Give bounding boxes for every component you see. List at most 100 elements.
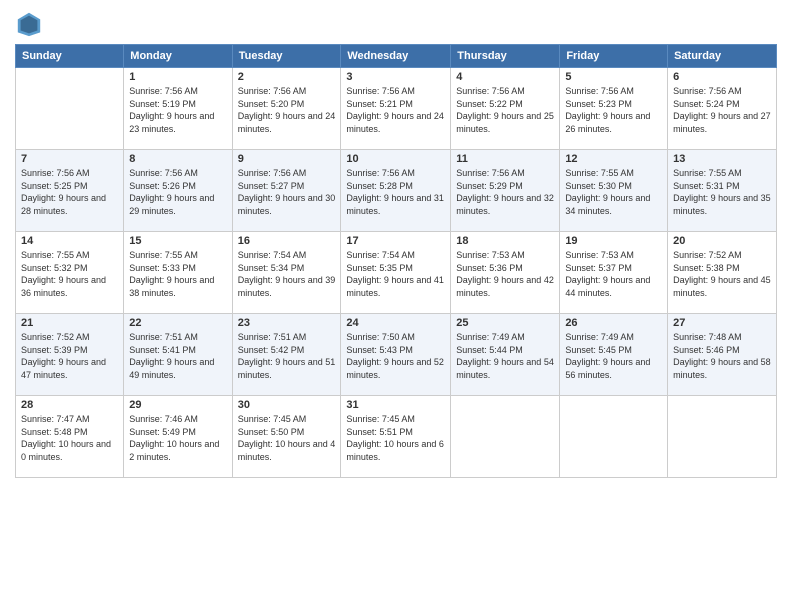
day-cell: 16Sunrise: 7:54 AMSunset: 5:34 PMDayligh… xyxy=(232,232,341,314)
day-info: Sunrise: 7:45 AMSunset: 5:50 PMDaylight:… xyxy=(238,413,336,463)
day-number: 31 xyxy=(346,399,445,411)
day-info: Sunrise: 7:52 AMSunset: 5:38 PMDaylight:… xyxy=(673,249,771,299)
day-info: Sunrise: 7:56 AMSunset: 5:20 PMDaylight:… xyxy=(238,85,336,135)
day-number: 13 xyxy=(673,153,771,165)
header-cell-thursday: Thursday xyxy=(451,45,560,68)
header-cell-friday: Friday xyxy=(560,45,668,68)
day-info: Sunrise: 7:55 AMSunset: 5:31 PMDaylight:… xyxy=(673,167,771,217)
day-number: 15 xyxy=(129,235,226,247)
day-cell: 18 Sunrise: 7:53 AMSunset: 5:36 PMDayligh… xyxy=(451,232,560,314)
day-cell xyxy=(16,68,124,150)
day-info: Sunrise: 7:56 AMSunset: 5:23 PMDaylight:… xyxy=(565,85,662,135)
day-info: Sunrise: 7:53 AMSunset: 5:37 PMDaylight:… xyxy=(565,249,662,299)
day-info: Sunrise: 7:55 AMSunset: 5:32 PMDaylight:… xyxy=(21,249,118,299)
day-info: Sunrise: 7:49 AMSunset: 5:45 PMDaylight:… xyxy=(565,331,662,381)
day-cell: 25Sunrise: 7:49 AMSunset: 5:44 PMDayligh… xyxy=(451,314,560,396)
day-cell: 14 Sunrise: 7:55 AMSunset: 5:32 PMDayligh… xyxy=(16,232,124,314)
day-number: 8 xyxy=(129,153,226,165)
day-number: 3 xyxy=(346,71,445,83)
day-number: 1 xyxy=(129,71,226,83)
day-cell: 5 Sunrise: 7:56 AMSunset: 5:23 PMDaylight… xyxy=(560,68,668,150)
day-info: Sunrise: 7:51 AMSunset: 5:41 PMDaylight:… xyxy=(129,331,226,381)
week-row-2: 7 Sunrise: 7:56 AMSunset: 5:25 PMDaylight… xyxy=(16,150,777,232)
day-info: Sunrise: 7:56 AMSunset: 5:29 PMDaylight:… xyxy=(456,167,554,217)
day-cell: 11 Sunrise: 7:56 AMSunset: 5:29 PMDayligh… xyxy=(451,150,560,232)
header-cell-wednesday: Wednesday xyxy=(341,45,451,68)
day-number: 25 xyxy=(456,317,554,329)
day-cell: 13 Sunrise: 7:55 AMSunset: 5:31 PMDayligh… xyxy=(668,150,777,232)
logo xyxy=(15,10,47,38)
day-cell: 23 Sunrise: 7:51 AMSunset: 5:42 PMDayligh… xyxy=(232,314,341,396)
day-info: Sunrise: 7:56 AMSunset: 5:26 PMDaylight:… xyxy=(129,167,226,217)
day-cell xyxy=(560,396,668,478)
day-info: Sunrise: 7:56 AMSunset: 5:22 PMDaylight:… xyxy=(456,85,554,135)
day-number: 26 xyxy=(565,317,662,329)
day-info: Sunrise: 7:47 AMSunset: 5:48 PMDaylight:… xyxy=(21,413,118,463)
day-number: 6 xyxy=(673,71,771,83)
header-cell-monday: Monday xyxy=(124,45,232,68)
day-number: 10 xyxy=(346,153,445,165)
day-cell: 28 Sunrise: 7:47 AMSunset: 5:48 PMDayligh… xyxy=(16,396,124,478)
day-info: Sunrise: 7:52 AMSunset: 5:39 PMDaylight:… xyxy=(21,331,118,381)
day-cell: 20 Sunrise: 7:52 AMSunset: 5:38 PMDayligh… xyxy=(668,232,777,314)
header-cell-sunday: Sunday xyxy=(16,45,124,68)
day-number: 20 xyxy=(673,235,771,247)
day-cell: 17 Sunrise: 7:54 AMSunset: 5:35 PMDayligh… xyxy=(341,232,451,314)
day-number: 9 xyxy=(238,153,336,165)
day-cell: 15Sunrise: 7:55 AMSunset: 5:33 PMDayligh… xyxy=(124,232,232,314)
day-info: Sunrise: 7:46 AMSunset: 5:49 PMDaylight:… xyxy=(129,413,226,463)
day-cell: 30 Sunrise: 7:45 AMSunset: 5:50 PMDayligh… xyxy=(232,396,341,478)
day-number: 30 xyxy=(238,399,336,411)
day-number: 14 xyxy=(21,235,118,247)
day-number: 12 xyxy=(565,153,662,165)
day-cell: 4 Sunrise: 7:56 AMSunset: 5:22 PMDaylight… xyxy=(451,68,560,150)
day-number: 28 xyxy=(21,399,118,411)
logo-icon xyxy=(15,10,43,38)
day-info: Sunrise: 7:53 AMSunset: 5:36 PMDaylight:… xyxy=(456,249,554,299)
day-info: Sunrise: 7:56 AMSunset: 5:27 PMDaylight:… xyxy=(238,167,336,217)
day-cell: 3Sunrise: 7:56 AMSunset: 5:21 PMDaylight… xyxy=(341,68,451,150)
day-number: 17 xyxy=(346,235,445,247)
day-cell: 29 Sunrise: 7:46 AMSunset: 5:49 PMDayligh… xyxy=(124,396,232,478)
day-cell: 8 Sunrise: 7:56 AMSunset: 5:26 PMDaylight… xyxy=(124,150,232,232)
day-cell: 6 Sunrise: 7:56 AMSunset: 5:24 PMDaylight… xyxy=(668,68,777,150)
day-info: Sunrise: 7:54 AMSunset: 5:35 PMDaylight:… xyxy=(346,249,445,299)
day-cell: 9 Sunrise: 7:56 AMSunset: 5:27 PMDaylight… xyxy=(232,150,341,232)
day-number: 4 xyxy=(456,71,554,83)
day-number: 16 xyxy=(238,235,336,247)
day-number: 18 xyxy=(456,235,554,247)
day-info: Sunrise: 7:51 AMSunset: 5:42 PMDaylight:… xyxy=(238,331,336,381)
day-number: 23 xyxy=(238,317,336,329)
day-number: 24 xyxy=(346,317,445,329)
day-cell: 27 Sunrise: 7:48 AMSunset: 5:46 PMDayligh… xyxy=(668,314,777,396)
day-info: Sunrise: 7:48 AMSunset: 5:46 PMDaylight:… xyxy=(673,331,771,381)
page-header xyxy=(15,10,777,38)
day-info: Sunrise: 7:56 AMSunset: 5:24 PMDaylight:… xyxy=(673,85,771,135)
header-row: SundayMondayTuesdayWednesdayThursdayFrid… xyxy=(16,45,777,68)
day-info: Sunrise: 7:56 AMSunset: 5:25 PMDaylight:… xyxy=(21,167,118,217)
day-info: Sunrise: 7:45 AMSunset: 5:51 PMDaylight:… xyxy=(346,413,445,463)
header-cell-tuesday: Tuesday xyxy=(232,45,341,68)
day-cell: 1Sunrise: 7:56 AMSunset: 5:19 PMDaylight… xyxy=(124,68,232,150)
day-number: 29 xyxy=(129,399,226,411)
calendar-page: SundayMondayTuesdayWednesdayThursdayFrid… xyxy=(0,0,792,612)
day-number: 19 xyxy=(565,235,662,247)
day-cell xyxy=(451,396,560,478)
day-cell: 2 Sunrise: 7:56 AMSunset: 5:20 PMDaylight… xyxy=(232,68,341,150)
day-number: 27 xyxy=(673,317,771,329)
day-number: 5 xyxy=(565,71,662,83)
day-cell: 10 Sunrise: 7:56 AMSunset: 5:28 PMDayligh… xyxy=(341,150,451,232)
week-row-4: 21 Sunrise: 7:52 AMSunset: 5:39 PMDayligh… xyxy=(16,314,777,396)
day-number: 21 xyxy=(21,317,118,329)
day-cell: 31 Sunrise: 7:45 AMSunset: 5:51 PMDayligh… xyxy=(341,396,451,478)
week-row-1: 1Sunrise: 7:56 AMSunset: 5:19 PMDaylight… xyxy=(16,68,777,150)
day-info: Sunrise: 7:56 AMSunset: 5:28 PMDaylight:… xyxy=(346,167,445,217)
day-number: 11 xyxy=(456,153,554,165)
day-cell: 19 Sunrise: 7:53 AMSunset: 5:37 PMDayligh… xyxy=(560,232,668,314)
day-cell: 12Sunrise: 7:55 AMSunset: 5:30 PMDayligh… xyxy=(560,150,668,232)
day-number: 22 xyxy=(129,317,226,329)
day-number: 2 xyxy=(238,71,336,83)
day-info: Sunrise: 7:50 AMSunset: 5:43 PMDaylight:… xyxy=(346,331,445,381)
calendar-table: SundayMondayTuesdayWednesdayThursdayFrid… xyxy=(15,44,777,478)
day-number: 7 xyxy=(21,153,118,165)
